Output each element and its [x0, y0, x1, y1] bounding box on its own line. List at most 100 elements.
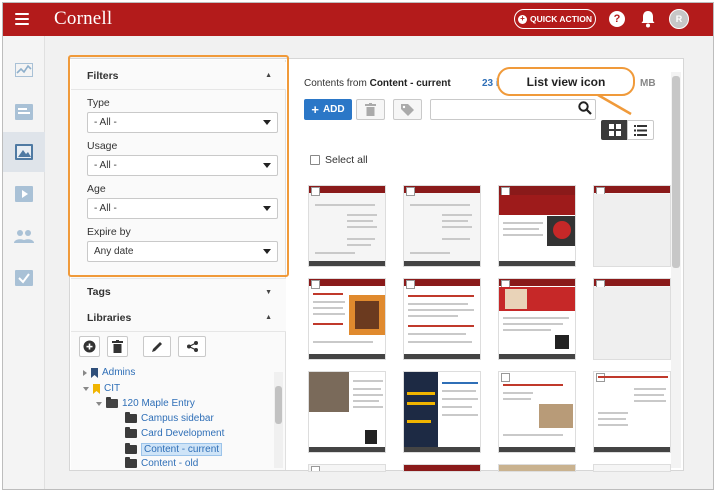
expire-value: Any date [94, 246, 134, 257]
age-select[interactable]: - All - [87, 198, 278, 219]
hamburger-menu-icon[interactable] [15, 13, 29, 25]
add-button[interactable]: + ADD [304, 99, 352, 120]
tree-scroll-thumb[interactable] [275, 386, 282, 424]
content-area: Contents from Content - current 23 it MB… [288, 60, 684, 472]
dropdown-arrow-icon [263, 120, 271, 125]
content-thumbnail[interactable] [593, 185, 671, 267]
folder-open-icon [106, 397, 118, 408]
tree-label: 120 Maple Entry [122, 398, 195, 409]
content-thumbnail[interactable] [498, 464, 576, 472]
folder-icon [125, 412, 137, 423]
content-thumbnail[interactable] [403, 371, 481, 453]
grid-view-icon [608, 124, 621, 136]
quick-action-button[interactable]: + QUICK ACTION [514, 9, 596, 29]
tree-node-admins[interactable]: Admins [83, 367, 135, 378]
content-thumbnail[interactable] [498, 371, 576, 453]
tags-title: Tags [87, 286, 111, 298]
tree-scrollbar[interactable] [274, 372, 283, 468]
tree-node-card-development[interactable]: Card Development [125, 427, 225, 439]
content-thumbnail[interactable] [308, 278, 386, 360]
trash-icon [365, 103, 376, 116]
content-thumbnail[interactable] [403, 464, 481, 472]
grid-view-button[interactable] [601, 120, 628, 140]
tree-node-campus-sidebar[interactable]: Campus sidebar [125, 412, 214, 424]
search-icon[interactable] [578, 101, 592, 115]
delete-button[interactable] [356, 99, 385, 120]
age-value: - All - [94, 203, 117, 214]
usage-select[interactable]: - All - [87, 155, 278, 176]
tree-label: Card Development [141, 428, 225, 439]
plus-icon: + [517, 14, 527, 24]
tree-label: Content - old [141, 458, 199, 469]
content-thumbnail[interactable] [498, 278, 576, 360]
image-library-icon[interactable] [3, 132, 45, 172]
newsletter-icon[interactable] [3, 92, 45, 132]
thumbnail-checkbox[interactable] [406, 187, 415, 196]
cornell-logo[interactable]: Cornell [54, 8, 112, 30]
content-thumbnail[interactable] [308, 185, 386, 267]
content-thumbnail[interactable] [498, 185, 576, 267]
list-view-callout: List view icon [497, 67, 635, 96]
thumbnail-checkbox[interactable] [501, 373, 510, 382]
activity-icon[interactable] [3, 50, 45, 90]
type-value: - All - [94, 117, 117, 128]
content-scroll-thumb[interactable] [672, 76, 680, 268]
filters-title: Filters [87, 69, 119, 82]
dropdown-arrow-icon [263, 249, 271, 254]
filters-header[interactable]: Filters ▲ [71, 62, 286, 90]
checkmark-icon[interactable] [3, 258, 45, 298]
tree-node-content-old[interactable]: Content - old [125, 457, 199, 469]
expire-select[interactable]: Any date [87, 241, 278, 262]
select-all-checkbox[interactable] [310, 155, 320, 165]
list-view-icon [634, 124, 647, 136]
libraries-header[interactable]: Libraries ▲ [71, 304, 286, 332]
thumbnail-checkbox[interactable] [311, 466, 320, 471]
help-icon[interactable]: ? [609, 11, 625, 27]
search-input[interactable] [430, 99, 596, 120]
folder-icon [125, 443, 137, 454]
users-icon[interactable] [3, 216, 45, 256]
tree-label: Campus sidebar [141, 413, 214, 424]
caret-up-icon: ▲ [265, 72, 272, 79]
avatar[interactable]: R [669, 9, 689, 29]
content-thumbnail[interactable] [308, 371, 386, 453]
collapse-arrow-icon[interactable] [83, 386, 89, 391]
plus-icon: + [311, 102, 319, 117]
tag-button[interactable] [393, 99, 422, 120]
tree-node-content-current[interactable]: Content - current [125, 443, 223, 456]
tree-label-selected: Content - current [141, 443, 223, 456]
folder-icon [125, 457, 137, 468]
thumbnail-checkbox[interactable] [406, 280, 415, 289]
content-folder-name: Content - current [369, 78, 451, 89]
add-library-button[interactable] [79, 336, 100, 357]
collapse-arrow-icon[interactable] [96, 401, 102, 406]
content-thumbnail[interactable] [403, 278, 481, 360]
bell-icon[interactable] [640, 10, 656, 28]
thumbnail-checkbox[interactable] [311, 280, 320, 289]
content-scrollbar[interactable] [671, 72, 681, 468]
list-view-button[interactable] [627, 120, 654, 140]
age-label: Age [87, 183, 106, 195]
type-label: Type [87, 97, 110, 109]
content-title: Contents from Content - current [304, 78, 451, 89]
content-thumbnail[interactable] [593, 278, 671, 360]
share-library-button[interactable] [178, 336, 206, 357]
content-thumbnail[interactable] [308, 464, 386, 472]
dropdown-arrow-icon [263, 206, 271, 211]
delete-library-button[interactable] [107, 336, 128, 357]
content-thumbnail[interactable] [593, 371, 671, 453]
share-icon [186, 341, 198, 352]
content-thumbnail[interactable] [593, 464, 671, 472]
content-thumbnail[interactable] [403, 185, 481, 267]
edit-library-button[interactable] [143, 336, 171, 357]
library-tree: Admins CIT 120 Maple Entry Campus sideba… [79, 365, 284, 469]
tags-header[interactable]: Tags ▼ [71, 278, 286, 306]
thumbnail-checkbox[interactable] [311, 187, 320, 196]
select-all[interactable]: Select all [310, 154, 368, 166]
type-select[interactable]: - All - [87, 112, 278, 133]
tree-node-cit[interactable]: CIT [83, 383, 120, 394]
expand-arrow-icon[interactable] [83, 369, 87, 376]
libraries-title: Libraries [87, 311, 132, 324]
tree-node-maple[interactable]: 120 Maple Entry [96, 397, 195, 409]
video-icon[interactable] [3, 174, 45, 214]
